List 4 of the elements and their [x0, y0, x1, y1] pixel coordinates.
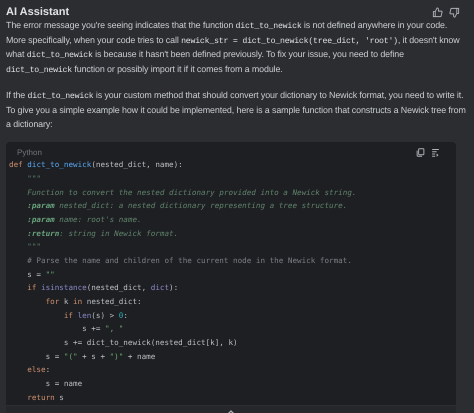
language-label: Python	[17, 148, 42, 157]
message-paragraph: If the dict_to_newick is your custom method that should convert your dictionary to Newick format, you need to write it. To give you a simple example how it could be implemented, here is a sample function that constructs a Newick tree from a dictionary:	[6, 89, 467, 131]
panel-title: AI Assistant	[6, 6, 70, 18]
message-paragraph: The error message you're seeing indicates that the function dict_to_newick is not defined anywhere in your code. More specifically, when your code tries to call newick_str = dict_to_newick(tree_dict, 'root'), it doesn't know what dict_to_newick is because it hasn't been defined previously. To fix your issue, you need to define dict_to_newick function or possibly import it if it comes from a module.	[6, 19, 461, 77]
